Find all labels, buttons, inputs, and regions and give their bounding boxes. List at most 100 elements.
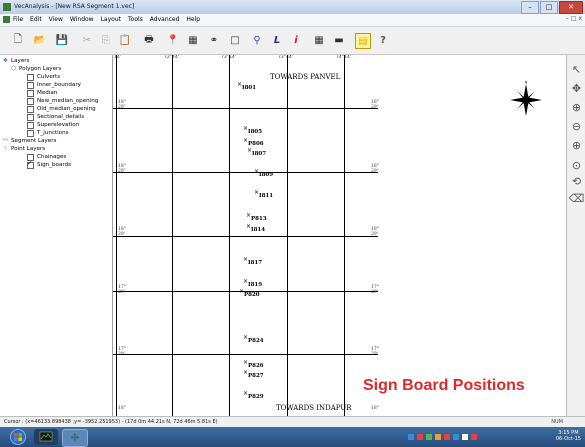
lat-tick: 17° 29'	[118, 347, 126, 357]
lat-tick: 18° 29'	[371, 227, 379, 237]
maximize-button[interactable]: □	[540, 1, 558, 14]
folder-icon[interactable]: ▤	[355, 33, 371, 49]
point-layers-label: Point Layers	[11, 146, 46, 152]
lat-tick: 17° 29'	[118, 285, 126, 295]
info-icon[interactable]: i	[289, 33, 303, 47]
close-button[interactable]: ✕	[559, 1, 583, 14]
lat-tick: 18° 29'	[371, 100, 379, 110]
binoculars-icon[interactable]: ⚭	[207, 33, 221, 47]
layer-item[interactable]: T_junctions	[27, 129, 69, 137]
doc-minimize-button[interactable]: –	[566, 15, 569, 22]
layer-item[interactable]: Chainages	[27, 153, 66, 161]
layer-checkbox[interactable]	[27, 129, 34, 137]
new-icon[interactable]: 🗋	[11, 33, 25, 47]
rotate-icon[interactable]: ⟲	[570, 175, 583, 188]
tray-icon[interactable]	[444, 434, 450, 440]
start-button[interactable]	[6, 429, 30, 445]
tray-icon[interactable]	[426, 434, 432, 440]
layers-panel: ❖ Layers ⬡ Polygon Layers Culverts Inner…	[0, 55, 113, 416]
layer-label: Sign_boards	[37, 162, 72, 168]
layer-item[interactable]: Culverts	[27, 73, 60, 81]
lat-tick: 18°	[118, 406, 126, 411]
polygon-layers-label: Polygon Layers	[19, 66, 62, 72]
pointer-icon[interactable]: ↖	[570, 63, 583, 76]
lat-tick: 18°	[371, 406, 379, 411]
zoom-extent-icon[interactable]: ⊕	[570, 101, 583, 114]
layer-item[interactable]: Sign_boards	[27, 159, 72, 169]
zoom-out-icon[interactable]: ⊖	[570, 120, 583, 133]
doc-close-button[interactable]: x	[578, 15, 582, 22]
menu-view[interactable]: View	[49, 16, 63, 23]
map-tools-panel: ↖ ✥ ⊕ ⊖ ⊕ ⊙ ⟲ ⌫	[566, 55, 585, 416]
top-direction-label: TOWARDS PANVEL	[270, 73, 341, 81]
compass-north-label: N	[525, 81, 528, 85]
document-icon[interactable]	[3, 16, 10, 23]
minimize-button[interactable]: –	[521, 1, 539, 14]
tray-icon[interactable]	[408, 434, 414, 440]
map-canvas[interactable]: 14' 72°44' 73°14' 73°44' 74°14' 18°29' 1…	[113, 55, 566, 416]
layer-item[interactable]: Inner_boundary	[27, 81, 81, 89]
clock[interactable]: 3:15 PM 06-Oct-15	[556, 430, 581, 442]
layer-item[interactable]: Sectional_details	[27, 113, 84, 121]
layer-checkbox[interactable]	[27, 105, 34, 113]
taskbar-app-vecanalysis[interactable]: ✣	[62, 429, 88, 447]
ruler-label: 73°44'	[278, 55, 293, 60]
layers-root[interactable]: ❖ Layers	[2, 57, 30, 65]
grid-icon[interactable]: ▦	[312, 33, 326, 47]
volume-icon[interactable]	[462, 434, 468, 440]
window-title: VecAnalysis - [New RSA Segment 1.vec]	[14, 3, 135, 10]
layer-checkbox[interactable]	[27, 159, 34, 169]
print-icon[interactable]: 🖶	[142, 33, 156, 47]
layer-checkbox[interactable]	[27, 73, 34, 81]
polygon-layers-group[interactable]: ⬡ Polygon Layers	[10, 65, 61, 73]
layer-checkbox[interactable]	[27, 81, 34, 89]
layer-checkbox[interactable]	[27, 121, 34, 129]
pin-icon[interactable]: 📍	[166, 33, 180, 47]
cut-icon[interactable]: ✂	[80, 33, 94, 47]
toolbar: 🗋 📂 💾 ✂ ⎘ 📋 🖶 📍 ▦ ⚭ □ ⚲ L i ▦ ▬ ▤ ?	[0, 27, 585, 55]
top-ruler: 14' 72°44' 73°14' 73°44' 74°14'	[113, 55, 566, 61]
layer-item[interactable]: Superelevation	[27, 121, 79, 129]
help-icon[interactable]: ?	[376, 33, 390, 47]
layer-item[interactable]: Old_median_opening	[27, 105, 96, 113]
layer-item[interactable]: Median	[27, 89, 57, 97]
point-icon: ⁘	[2, 145, 9, 152]
tray-icon[interactable]	[453, 434, 459, 440]
layer-checkbox[interactable]	[27, 97, 34, 105]
zoom-window-icon[interactable]: ⊙	[570, 159, 583, 172]
layer-label: Inner_boundary	[37, 82, 81, 88]
paste-icon[interactable]: 📋	[118, 33, 132, 47]
erase-icon[interactable]: ⌫	[569, 192, 585, 205]
tray-icon[interactable]	[435, 434, 441, 440]
save-icon[interactable]: 💾	[55, 33, 69, 47]
menu-edit[interactable]: Edit	[30, 16, 42, 23]
zoom-in-icon[interactable]: ⊕	[570, 139, 583, 152]
point-layers-group[interactable]: ⁘ Point Layers	[2, 145, 45, 153]
menu-help[interactable]: Help	[186, 16, 200, 23]
layer-checkbox[interactable]	[27, 113, 34, 121]
taskbar-app-monitor[interactable]	[34, 429, 58, 445]
layer-item[interactable]: New_median_opening	[27, 97, 98, 105]
length-icon[interactable]: L	[270, 33, 284, 47]
open-icon[interactable]: 📂	[33, 33, 47, 47]
doc-restore-button[interactable]: □	[571, 15, 577, 22]
rectangle-icon[interactable]: □	[228, 33, 242, 47]
table-icon[interactable]: ▦	[186, 33, 200, 47]
menu-advanced[interactable]: Advanced	[150, 16, 180, 23]
menu-file[interactable]: File	[13, 16, 23, 23]
tray-icon[interactable]	[471, 434, 477, 440]
filter-icon[interactable]: ⚲	[250, 33, 264, 47]
grid-line	[113, 172, 378, 173]
copy-icon[interactable]: ⎘	[99, 33, 113, 47]
menu-window[interactable]: Window	[70, 16, 94, 23]
window-controls: – □ ✕	[521, 1, 583, 14]
tray-icon[interactable]	[417, 434, 423, 440]
bottom-direction-label: TOWARDS INDAPUR	[276, 404, 352, 412]
layer-checkbox[interactable]	[27, 89, 34, 97]
dash-icon[interactable]: ▬	[332, 33, 346, 47]
layer-label: Superelevation	[37, 122, 80, 128]
segment-layers-group[interactable]: 〰 Segment Layers	[2, 137, 56, 145]
menu-layout[interactable]: Layout	[101, 16, 121, 23]
pan-icon[interactable]: ✥	[570, 82, 583, 95]
menu-tools[interactable]: Tools	[128, 16, 143, 23]
